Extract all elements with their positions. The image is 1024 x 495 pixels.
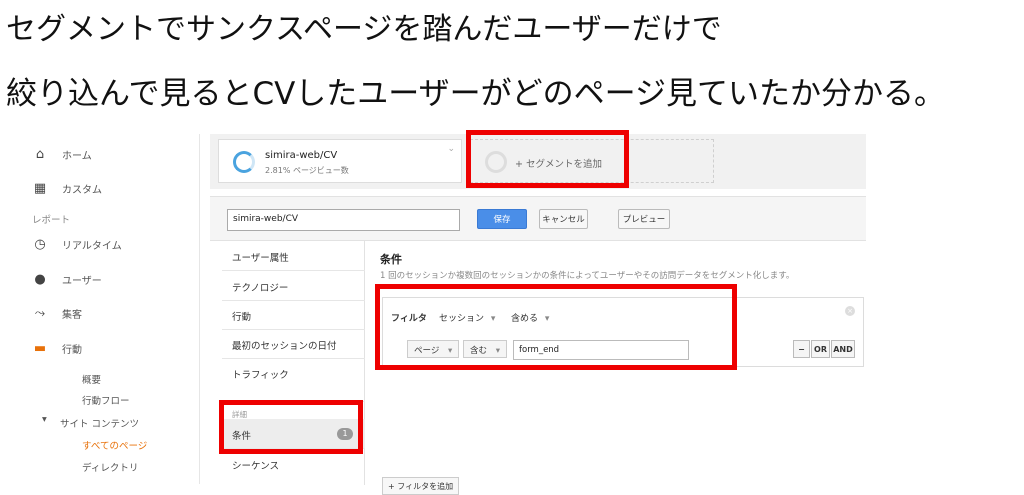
remove-condition-button[interactable]: −	[793, 340, 810, 358]
category-behavior[interactable]: 行動	[222, 300, 365, 330]
sidebar-item-acquisition[interactable]: ⤳ 集客	[22, 299, 200, 327]
sidebar-item-users[interactable]: ● ユーザー	[22, 265, 200, 293]
heading-line-1: セグメントでサンクスページを踏んだユーザーだけで	[6, 12, 722, 47]
highlight-conditions	[219, 400, 363, 454]
editor-toolbar: simira-web/CV 保存 キャンセル プレビュー	[210, 197, 866, 241]
sidebar-item-home[interactable]: ⌂ ホーム	[22, 140, 200, 168]
sidebar-sub-overview[interactable]: 概要	[82, 372, 101, 386]
chevron-down-icon[interactable]: ⌄	[447, 144, 455, 154]
sidebar-item-label: ユーザー	[62, 275, 102, 287]
segment-name: simira-web/CV	[265, 150, 338, 161]
category-traffic[interactable]: トラフィック	[222, 358, 365, 402]
acquisition-icon: ⤳	[34, 305, 46, 321]
person-icon: ●	[34, 271, 46, 287]
sidebar-sub-site-content[interactable]: サイト コンテンツ	[60, 416, 139, 430]
home-icon: ⌂	[35, 146, 45, 162]
active-segment-card[interactable]: simira-web/CV 2.81% ページビュー数 ⌄	[218, 139, 462, 183]
close-icon[interactable]: ×	[845, 306, 855, 316]
sidebar: ⌂ ホーム ▦ カスタム レポート ◷ リアルタイム ● ユーザー ⤳ 集客 ▬…	[22, 134, 200, 484]
sidebar-item-label: カスタム	[62, 184, 102, 196]
behavior-icon: ▬	[33, 340, 47, 356]
sidebar-item-label: 行動	[62, 344, 82, 356]
cancel-button[interactable]: キャンセル	[539, 209, 588, 229]
highlight-add-segment	[466, 130, 629, 188]
save-button[interactable]: 保存	[477, 209, 527, 229]
highlight-filter	[375, 284, 737, 370]
sidebar-item-label: 集客	[62, 309, 82, 321]
sidebar-sub-behavior-flow[interactable]: 行動フロー	[82, 393, 130, 407]
conditions-title: 条件	[380, 253, 402, 266]
segment-progress-icon	[233, 151, 255, 173]
category-demographics[interactable]: ユーザー属性	[222, 241, 365, 271]
heading-line-2: 絞り込んで見るとCVしたユーザーがどのページ見ていたか分かる。	[6, 76, 946, 112]
add-filter-button[interactable]: + フィルタを追加	[382, 477, 460, 495]
dashboard-icon: ▦	[33, 180, 47, 196]
category-technology[interactable]: テクノロジー	[222, 271, 365, 301]
clock-icon: ◷	[34, 236, 46, 252]
category-first-session-date[interactable]: 最初のセッションの日付	[222, 329, 365, 359]
or-button[interactable]: OR	[811, 340, 830, 358]
sidebar-sub-all-pages[interactable]: すべてのページ	[82, 438, 147, 452]
expand-caret-icon[interactable]: ▾	[42, 414, 47, 425]
segment-name-input[interactable]: simira-web/CV	[227, 209, 460, 231]
segment-stat: 2.81% ページビュー数	[265, 166, 349, 175]
conditions-description: 1 回のセッションか複数回のセッションかの条件によってユーザーやその訪問データを…	[380, 271, 795, 281]
and-button[interactable]: AND	[831, 340, 855, 358]
sidebar-item-custom[interactable]: ▦ カスタム	[22, 174, 200, 202]
sidebar-item-behavior[interactable]: ▬ 行動	[22, 334, 200, 362]
preview-button[interactable]: プレビュー	[618, 209, 670, 229]
sidebar-item-label: ホーム	[62, 150, 92, 162]
reports-section-label: レポート	[32, 215, 71, 226]
sidebar-item-realtime[interactable]: ◷ リアルタイム	[22, 230, 200, 258]
sidebar-sub-directory[interactable]: ディレクトリ	[82, 460, 138, 474]
sidebar-item-label: リアルタイム	[62, 240, 122, 252]
